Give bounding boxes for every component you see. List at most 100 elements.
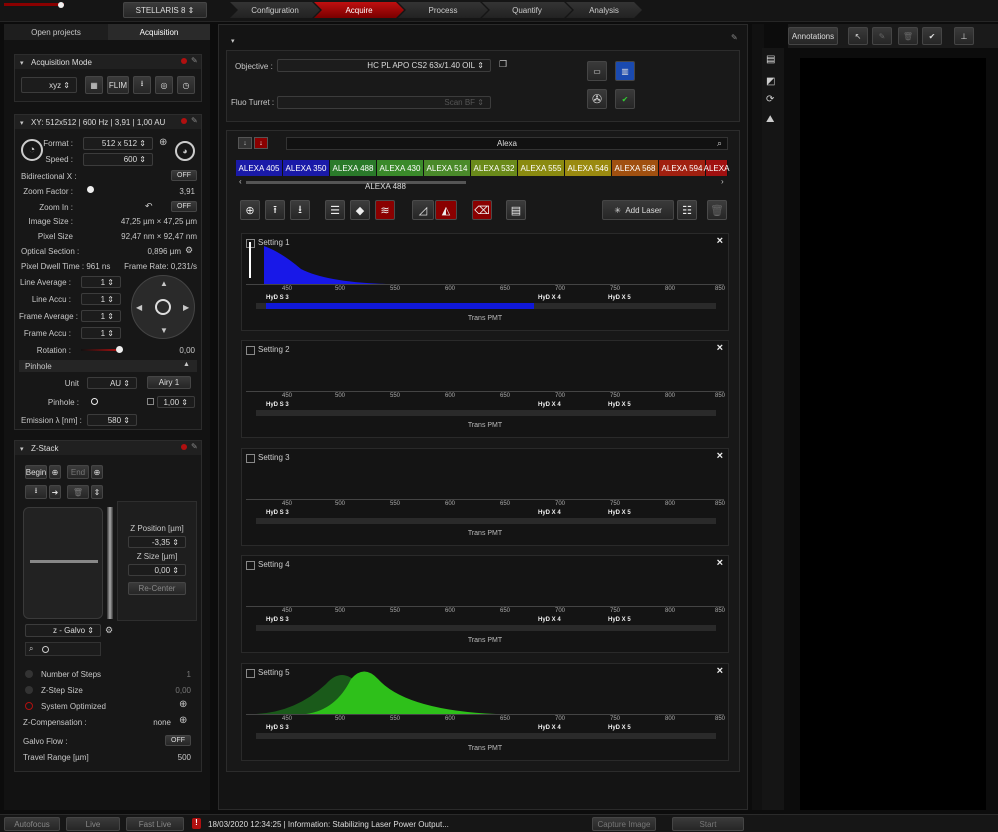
center-icon[interactable] xyxy=(155,299,171,315)
frame-average-field[interactable]: 1 ⇕ xyxy=(81,310,121,322)
move-down-icon[interactable]: ⭳ xyxy=(25,485,47,499)
draw-icon[interactable]: ✎ xyxy=(872,27,892,45)
dye-chip[interactable]: ALEXA 546 xyxy=(565,160,612,176)
rotation-value[interactable]: 0,00 xyxy=(155,346,195,355)
dye-search-input[interactable]: Alexa xyxy=(286,137,728,150)
detector-range-bar[interactable] xyxy=(256,625,716,631)
z-search-bar[interactable]: ⌕ xyxy=(25,642,101,656)
eraser-icon[interactable]: ⌫ xyxy=(472,200,492,220)
collapse-icon[interactable]: ▾ xyxy=(20,119,24,127)
pan-up-icon[interactable]: ▲ xyxy=(160,279,168,288)
begin-add-icon[interactable]: ⊕ xyxy=(49,465,61,479)
recenter-button[interactable]: Re-Center xyxy=(128,582,186,595)
settings-gear-icon[interactable]: ⚙ xyxy=(105,625,113,636)
detector-range-bar[interactable] xyxy=(256,733,716,739)
download-icon[interactable]: ⭳ xyxy=(290,200,310,220)
detector-hyd-s3[interactable]: HyD S 3 xyxy=(266,510,289,516)
eyepiece-icon[interactable]: ▥ xyxy=(615,61,635,81)
download-icon[interactable]: ⭳ xyxy=(133,76,151,94)
add-icon[interactable]: ⊕ xyxy=(179,699,187,710)
dye-chip[interactable]: ALEXA 488 xyxy=(330,160,377,176)
collapse-up-icon[interactable]: ▲ xyxy=(183,361,190,368)
system-optimized-radio[interactable] xyxy=(25,702,33,710)
z-slider-track[interactable] xyxy=(107,507,113,619)
objective-info-icon[interactable]: ❐ xyxy=(499,59,507,70)
detector-hyd-x5[interactable]: HyD X 5 xyxy=(608,617,631,623)
dye-scrollbar[interactable] xyxy=(246,181,466,184)
pinhole-field[interactable]: 1,00 ⇕ xyxy=(157,396,195,408)
line-accu-field[interactable]: 1 ⇕ xyxy=(81,293,121,305)
format-select[interactable]: 512 x 512 ⇕ xyxy=(83,137,153,150)
shield-check-icon[interactable]: ✔ xyxy=(615,89,635,109)
tab-acquisition[interactable]: Acquisition xyxy=(108,24,210,40)
film-reel-icon[interactable]: ✇ xyxy=(587,89,607,109)
spectrum-right-icon[interactable]: ◭ xyxy=(435,200,457,220)
undo-icon[interactable]: ↶ xyxy=(145,201,153,212)
tile-icon[interactable]: ▦ xyxy=(85,76,103,94)
collapse-icon[interactable]: ▾ xyxy=(20,445,24,453)
detector-hyd-x5[interactable]: HyD X 5 xyxy=(608,510,631,516)
nav-configuration[interactable]: Configuration xyxy=(230,2,320,18)
close-icon[interactable]: × xyxy=(717,450,723,462)
detector-hyd-s3[interactable]: HyD S 3 xyxy=(266,295,289,301)
bidirectional-toggle[interactable]: OFF xyxy=(171,170,197,181)
detector-hyd-s3[interactable]: HyD S 3 xyxy=(266,725,289,731)
rotation-slider-handle[interactable] xyxy=(116,346,123,353)
add-format-icon[interactable]: ⊕ xyxy=(159,137,167,148)
pan-right-icon[interactable]: ▶ xyxy=(183,303,189,312)
spectrum-left-icon[interactable]: ◿ xyxy=(412,200,434,220)
pointer-icon[interactable]: ↖ xyxy=(848,27,868,45)
scroll-left-icon[interactable]: ‹ xyxy=(239,177,242,186)
emission-field[interactable]: 580 ⇕ xyxy=(87,414,137,426)
upload-icon[interactable]: ⭱ xyxy=(265,200,285,220)
detector-range-bar[interactable] xyxy=(256,410,716,416)
z-position-field[interactable]: -3,35 ⇕ xyxy=(128,536,186,548)
color-bars-icon[interactable]: ▤ xyxy=(506,200,526,220)
add-icon[interactable]: ⊕ xyxy=(179,715,187,726)
dye-chip[interactable]: ALEXA 532 xyxy=(471,160,518,176)
live-button[interactable]: Live xyxy=(66,817,120,831)
nav-process[interactable]: Process xyxy=(398,2,488,18)
pan-down-icon[interactable]: ▼ xyxy=(160,326,168,335)
settings-gear-icon[interactable]: ⚙ xyxy=(185,245,193,256)
nav-analysis[interactable]: Analysis xyxy=(566,2,642,18)
detector-hyd-x5[interactable]: HyD X 5 xyxy=(608,402,631,408)
detector-hyd-x4[interactable]: HyD X 4 xyxy=(538,510,561,516)
detector-hyd-x5[interactable]: HyD X 5 xyxy=(608,725,631,731)
annotations-button[interactable]: Annotations xyxy=(788,27,838,45)
dye-chip[interactable]: ALEXA 594 xyxy=(659,160,706,176)
detector-hyd-x4[interactable]: HyD X 4 xyxy=(538,617,561,623)
flim-button[interactable]: FLIM xyxy=(107,76,129,94)
arrow-icon[interactable]: ➜ xyxy=(49,485,61,499)
close-icon[interactable]: × xyxy=(717,557,723,569)
layout-icon[interactable]: ▤ xyxy=(766,54,775,65)
active-detector-range[interactable] xyxy=(266,303,534,309)
dye-chip[interactable]: ALEXA 405 xyxy=(236,160,283,176)
trans-pmt-label[interactable]: Trans PMT xyxy=(242,530,728,537)
setting-checkbox[interactable] xyxy=(246,346,255,355)
refresh-icon[interactable]: ⟳ xyxy=(766,94,774,105)
dye-chip[interactable]: ALEXA xyxy=(704,160,729,176)
single-layer-icon[interactable]: ◆ xyxy=(350,200,370,220)
z-galvo-select[interactable]: z - Galvo ⇕ xyxy=(25,624,101,637)
trans-pmt-label[interactable]: Trans PMT xyxy=(242,315,728,322)
pinhole-slider-handle[interactable] xyxy=(91,398,98,405)
slider-handle[interactable] xyxy=(42,646,49,653)
unit-select[interactable]: AU ⇕ xyxy=(87,377,137,389)
frame-accu-field[interactable]: 1 ⇕ xyxy=(81,327,121,339)
detector-hyd-x4[interactable]: HyD X 4 xyxy=(538,402,561,408)
histogram-icon[interactable]: ◩ xyxy=(766,76,775,87)
zoom-slider-handle[interactable] xyxy=(87,186,94,193)
dye-chip[interactable]: ALEXA 430 xyxy=(377,160,424,176)
trash-icon[interactable]: 🗑 xyxy=(707,200,727,220)
rotation-slider[interactable] xyxy=(81,349,121,351)
dye-chip[interactable]: ALEXA 568 xyxy=(612,160,659,176)
pin-icon[interactable]: ✎ xyxy=(191,442,198,451)
close-icon[interactable]: × xyxy=(717,342,723,354)
detector-hyd-s3[interactable]: HyD S 3 xyxy=(266,402,289,408)
setting-checkbox[interactable] xyxy=(246,561,255,570)
list-icon[interactable]: ☷ xyxy=(677,200,697,220)
zoom-in-toggle[interactable]: OFF xyxy=(171,201,197,212)
detector-hyd-x5[interactable]: HyD X 5 xyxy=(608,295,631,301)
scroll-right-icon[interactable]: › xyxy=(721,177,724,186)
